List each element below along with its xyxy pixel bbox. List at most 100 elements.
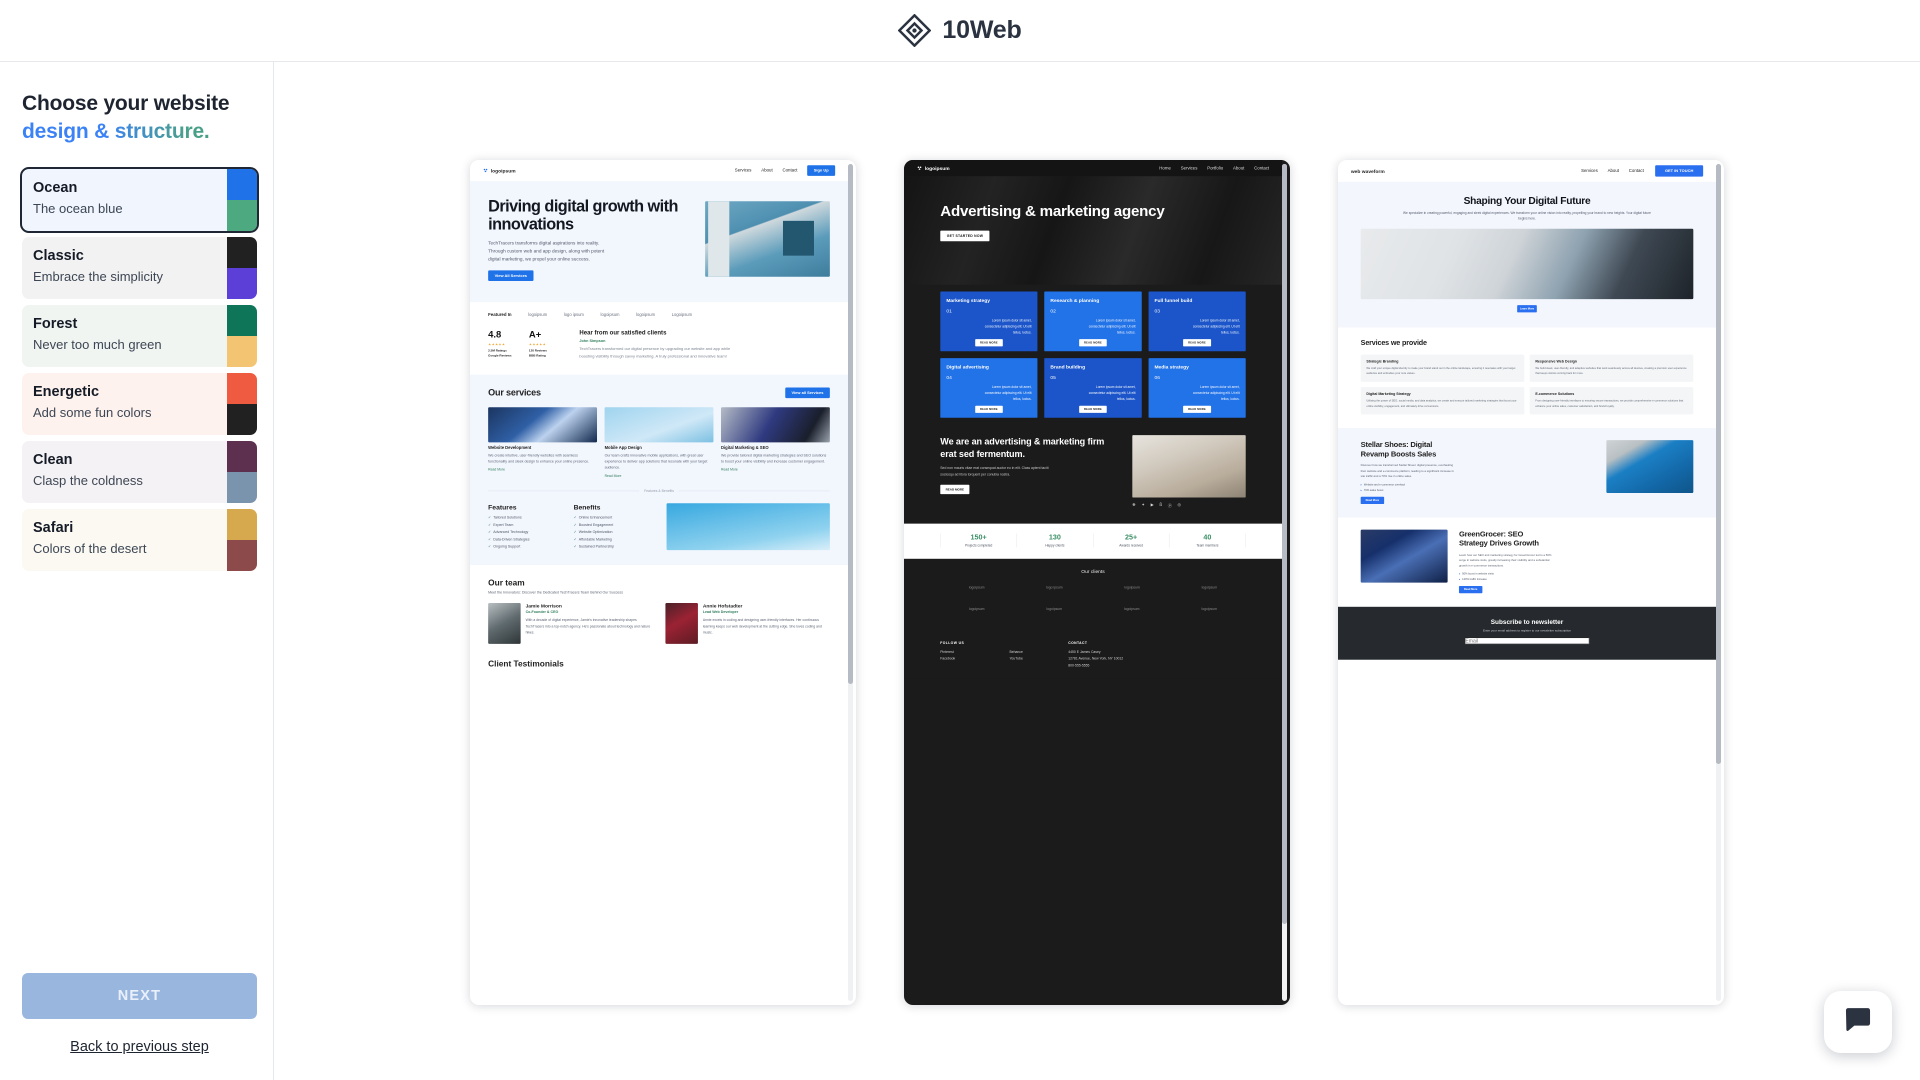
site1-feature-item: Tailored Solutions xyxy=(488,516,556,520)
site2-grid-text: Lorem ipsum dolor sit amet, consectetur … xyxy=(1088,384,1136,401)
site1-features-image xyxy=(666,503,830,551)
site3-menu-contact[interactable]: Contact xyxy=(1629,169,1644,174)
site2-stat-value: 40 xyxy=(1203,533,1212,542)
site2-grid-number: 03 xyxy=(1154,308,1160,314)
site3-tile-text: From designing user-friendly interfaces … xyxy=(1535,399,1684,408)
site1-services-heading: Our services xyxy=(488,387,541,398)
site2-menu-services[interactable]: Services xyxy=(1181,166,1198,171)
site2-grid-text: Lorem ipsum dolor sit amet, consectetur … xyxy=(1088,318,1136,335)
site3-newsletter-input[interactable] xyxy=(1464,637,1590,645)
theme-list: Ocean The ocean blue Classic Embrace the si… xyxy=(20,167,259,572)
site3-case-cta[interactable]: Read More xyxy=(1360,496,1385,504)
theme-option-energetic[interactable]: Energetic Add some fun colors xyxy=(22,373,257,436)
preview-scrollbar[interactable] xyxy=(848,164,853,1001)
site2-footer-link[interactable]: YouTube xyxy=(1009,657,1022,661)
site2-grid-number: 06 xyxy=(1154,374,1160,381)
site2-menu-home[interactable]: Home xyxy=(1159,166,1171,171)
site2-grid-item: Marketing strategy 01 Lorem ipsum dolor … xyxy=(940,291,1038,352)
site2-about-image xyxy=(1132,435,1246,498)
site2-menu-portfolio[interactable]: Portfolio xyxy=(1207,166,1223,171)
site1-benefit-item: Affordable Marketing xyxy=(574,537,650,541)
site2-grid-readmore[interactable]: READ MORE xyxy=(975,339,1003,347)
site2-menu-about[interactable]: About xyxy=(1233,166,1244,171)
site1-nav: logoipsum Services About Contact Sign Up xyxy=(470,160,848,181)
site1-benefits: Benefits Online Enhancement Boosted Enga… xyxy=(574,503,650,550)
site1-logo: logoipsum xyxy=(483,168,516,173)
site1-service-link[interactable]: Read More xyxy=(488,468,597,472)
next-button[interactable]: NEXT xyxy=(22,973,257,1019)
site2-grid-readmore[interactable]: READ MORE xyxy=(1183,339,1211,347)
site2-stat: 25+ Awards received xyxy=(1093,533,1170,548)
site2-grid-item: Digital advertising 04 Lorem ipsum dolor… xyxy=(940,358,1038,418)
site1-member-bio: With a decade of digital experience, Jam… xyxy=(525,618,651,635)
theme-option-forest[interactable]: Forest Never too much green xyxy=(22,305,257,368)
page-title-line2: design & structure. xyxy=(22,118,257,146)
site1-service-text: We create intuitive, user-friendly websi… xyxy=(488,453,590,464)
site1-hero: Driving digital growth with innovations … xyxy=(470,181,848,303)
site2-socials: ❋ ✦ ▶ ß ⓟ ◎ xyxy=(1132,502,1245,508)
preview-card-dark-agency[interactable]: logoipsum Home Services Portfolio About … xyxy=(904,160,1290,1005)
site3-tile-title: Strategic Branding xyxy=(1366,359,1399,364)
sidebar-footer: NEXT Back to previous step xyxy=(22,973,257,1055)
tenweb-diamond-logo-icon xyxy=(898,13,932,48)
site3-nav-cta[interactable]: GET IN TOUCH xyxy=(1655,165,1704,177)
theme-option-desc: Clasp the coldness xyxy=(33,473,143,488)
theme-option-safari[interactable]: Safari Colors of the desert xyxy=(22,509,257,572)
site3-case-cta[interactable]: Read More xyxy=(1458,586,1483,594)
theme-option-desc: The ocean blue xyxy=(33,201,123,216)
site2-hero-cta[interactable]: GET STARTED NOW xyxy=(940,230,990,242)
facebook-icon[interactable]: ❋ xyxy=(1132,502,1135,508)
site1-menu-services[interactable]: Services xyxy=(735,168,752,173)
site3-case-text: Learn how our SEO and marketing strategy… xyxy=(1458,552,1552,568)
site2-client-logo: logoipsum xyxy=(969,606,985,611)
site1-benefits-heading: Benefits xyxy=(573,503,601,511)
site3-tile-text: We build sleek, user-friendly, and adapt… xyxy=(1535,366,1687,375)
site2-grid-readmore[interactable]: READ MORE xyxy=(1183,405,1211,413)
site3-hero-cta[interactable]: Learn More xyxy=(1517,304,1537,313)
site1-hero-cta[interactable]: View All Services xyxy=(488,270,534,282)
twitter-icon[interactable]: ✦ xyxy=(1141,502,1144,508)
theme-swatch-primary xyxy=(227,169,257,201)
site2-grid-readmore[interactable]: READ MORE xyxy=(1079,405,1107,413)
site2-stat-value: 130 xyxy=(1048,533,1061,542)
site1-signup-button[interactable]: Sign Up xyxy=(807,165,836,176)
site3-menu-about[interactable]: About xyxy=(1608,169,1619,174)
site3-menu-services[interactable]: Services xyxy=(1581,169,1598,174)
site2-about-cta[interactable]: READ MORE xyxy=(940,484,970,495)
theme-option-ocean[interactable]: Ocean The ocean blue xyxy=(20,167,259,234)
site2-footer-link[interactable]: Pinterest xyxy=(940,650,964,654)
theme-option-clean[interactable]: Clean Clasp the coldness xyxy=(22,441,257,504)
site1-service-link[interactable]: Read More xyxy=(605,474,714,478)
site1-testimonial-heading: Hear from our satisfied clients xyxy=(579,329,667,336)
site2-grid-readmore[interactable]: READ MORE xyxy=(975,405,1003,413)
site2-grid-readmore[interactable]: READ MORE xyxy=(1079,339,1107,347)
theme-option-body: Energetic Add some fun colors xyxy=(22,373,227,435)
site1-stat-0-line1: 2.5M Ratings xyxy=(488,348,507,353)
site1-menu-contact[interactable]: Contact xyxy=(782,168,797,173)
site2-client-logo: logoipsum xyxy=(1123,606,1140,611)
site2-footer-link[interactable]: Behance xyxy=(1009,650,1022,654)
instagram-icon[interactable]: ◎ xyxy=(1178,502,1182,508)
site1-services-cta[interactable]: View all Services xyxy=(785,387,830,399)
back-to-previous-step-link[interactable]: Back to previous step xyxy=(22,1039,257,1055)
behance-icon[interactable]: ß xyxy=(1159,502,1162,508)
preview-card-web-waveform[interactable]: web waveform Services About Contact GET … xyxy=(1338,160,1724,1005)
site1-service-link[interactable]: Read More xyxy=(721,468,830,472)
theme-option-name: Safari xyxy=(33,520,74,537)
site3-case-title: GreenGrocer: SEO Strategy Drives Growth xyxy=(1458,529,1539,548)
chat-widget-button[interactable] xyxy=(1824,991,1892,1053)
site2-footer-link[interactable]: Facebook xyxy=(940,657,964,661)
site2-menu-contact[interactable]: Contact xyxy=(1254,166,1269,171)
theme-option-name: Ocean xyxy=(33,180,78,197)
preview-scrollbar[interactable] xyxy=(1282,164,1287,1001)
site1-service-title: Website Development xyxy=(488,445,532,451)
site2-stat-label: Happy clients xyxy=(1045,543,1065,548)
site1-menu-about[interactable]: About xyxy=(761,168,772,173)
youtube-icon[interactable]: ▶ xyxy=(1151,502,1154,508)
pinterest-icon[interactable]: ⓟ xyxy=(1168,502,1172,509)
site1-member-name: Annie Hofstadter xyxy=(702,603,743,609)
preview-card-ocean[interactable]: logoipsum Services About Contact Sign Up xyxy=(470,160,856,1005)
site1-stat-1: A+ ★★★★★ 120 Reviews BBB Rating xyxy=(529,329,547,359)
preview-scrollbar[interactable] xyxy=(1716,164,1721,1001)
theme-option-classic[interactable]: Classic Embrace the simplicity xyxy=(22,237,257,300)
